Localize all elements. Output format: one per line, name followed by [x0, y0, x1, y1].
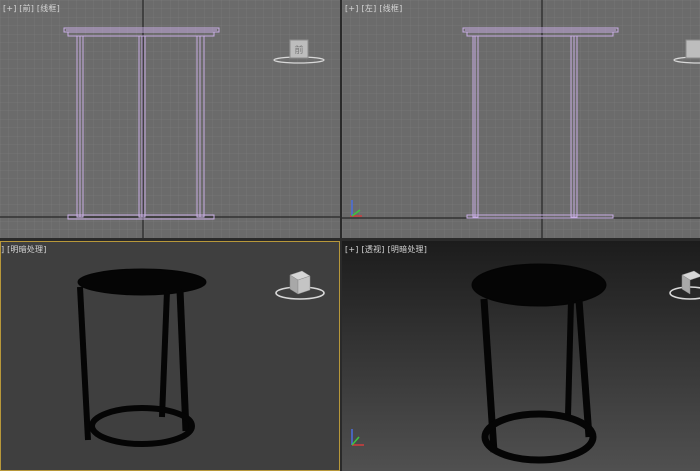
viewport-divider-horizontal[interactable]: [0, 238, 700, 241]
viewport-view-name[interactable]: [左]: [362, 4, 377, 13]
viewport-shading-mode[interactable]: [线框]: [379, 4, 402, 13]
viewport-left[interactable]: [+] [左] [线框]: [342, 0, 700, 238]
viewport-front[interactable]: [+] [前] [线框] 前: [0, 0, 340, 238]
perspective-right-canvas[interactable]: [342, 241, 700, 471]
viewport-divider-vertical[interactable]: [340, 0, 342, 471]
front-view-canvas[interactable]: [0, 0, 340, 238]
viewport-menu-plus[interactable]: [+]: [345, 4, 359, 13]
view-cube-perspective-right[interactable]: [668, 267, 700, 307]
view-cube-front[interactable]: 前: [272, 37, 326, 67]
view-cube-face-label: 前: [294, 44, 303, 56]
viewport-perspective-right-label[interactable]: [+] [透视] [明暗处理]: [345, 244, 430, 255]
viewport-front-label[interactable]: [+] [前] [线框]: [3, 3, 60, 14]
viewport-shading-mode[interactable]: [明暗处理]: [388, 245, 427, 254]
viewport-perspective-left-label[interactable]: [+] [透视] [明暗处理]: [0, 244, 47, 255]
left-view-canvas[interactable]: [342, 0, 700, 238]
viewport-menu-plus[interactable]: [+]: [345, 245, 359, 254]
view-cube-left[interactable]: [672, 37, 700, 67]
viewport-left-label[interactable]: [+] [左] [线框]: [345, 3, 405, 14]
viewport-perspective-left[interactable]: [+] [透视] [明暗处理]: [0, 241, 340, 471]
viewport-view-name[interactable]: [透视]: [362, 245, 385, 254]
viewport-area: [+] [前] [线框] 前 [+] [左] [线框]] [明暗处理] [+]…: [0, 0, 700, 471]
viewport-perspective-right[interactable]: [+] [透视] [明暗处理]: [342, 241, 700, 471]
view-cube-perspective-left[interactable]: [272, 267, 328, 307]
